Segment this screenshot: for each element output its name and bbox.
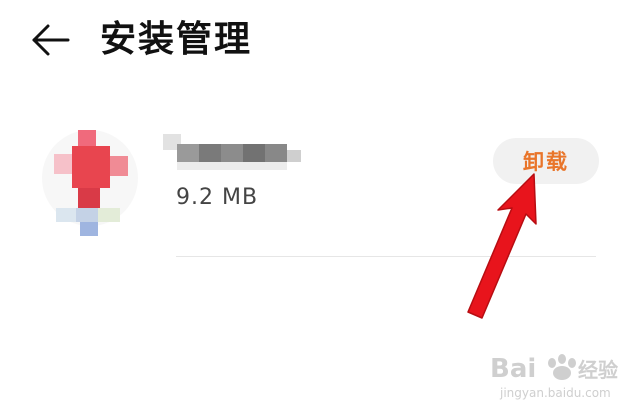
baidu-watermark: Bai 经验 jingyan.baidu.com <box>470 345 630 405</box>
back-button[interactable] <box>28 18 76 62</box>
app-icon <box>40 116 150 246</box>
page-title: 安装管理 <box>100 19 253 60</box>
svg-text:经验: 经验 <box>578 358 618 382</box>
app-name-blurred <box>163 126 303 172</box>
svg-text:Bai: Bai <box>490 354 536 384</box>
svg-text:jingyan.baidu.com: jingyan.baidu.com <box>499 386 611 400</box>
app-size: 9.2 MB <box>176 185 259 210</box>
red-arrow-icon <box>467 173 537 319</box>
arrow-left-icon <box>32 24 70 56</box>
app-header: 安装管理 <box>0 0 640 80</box>
